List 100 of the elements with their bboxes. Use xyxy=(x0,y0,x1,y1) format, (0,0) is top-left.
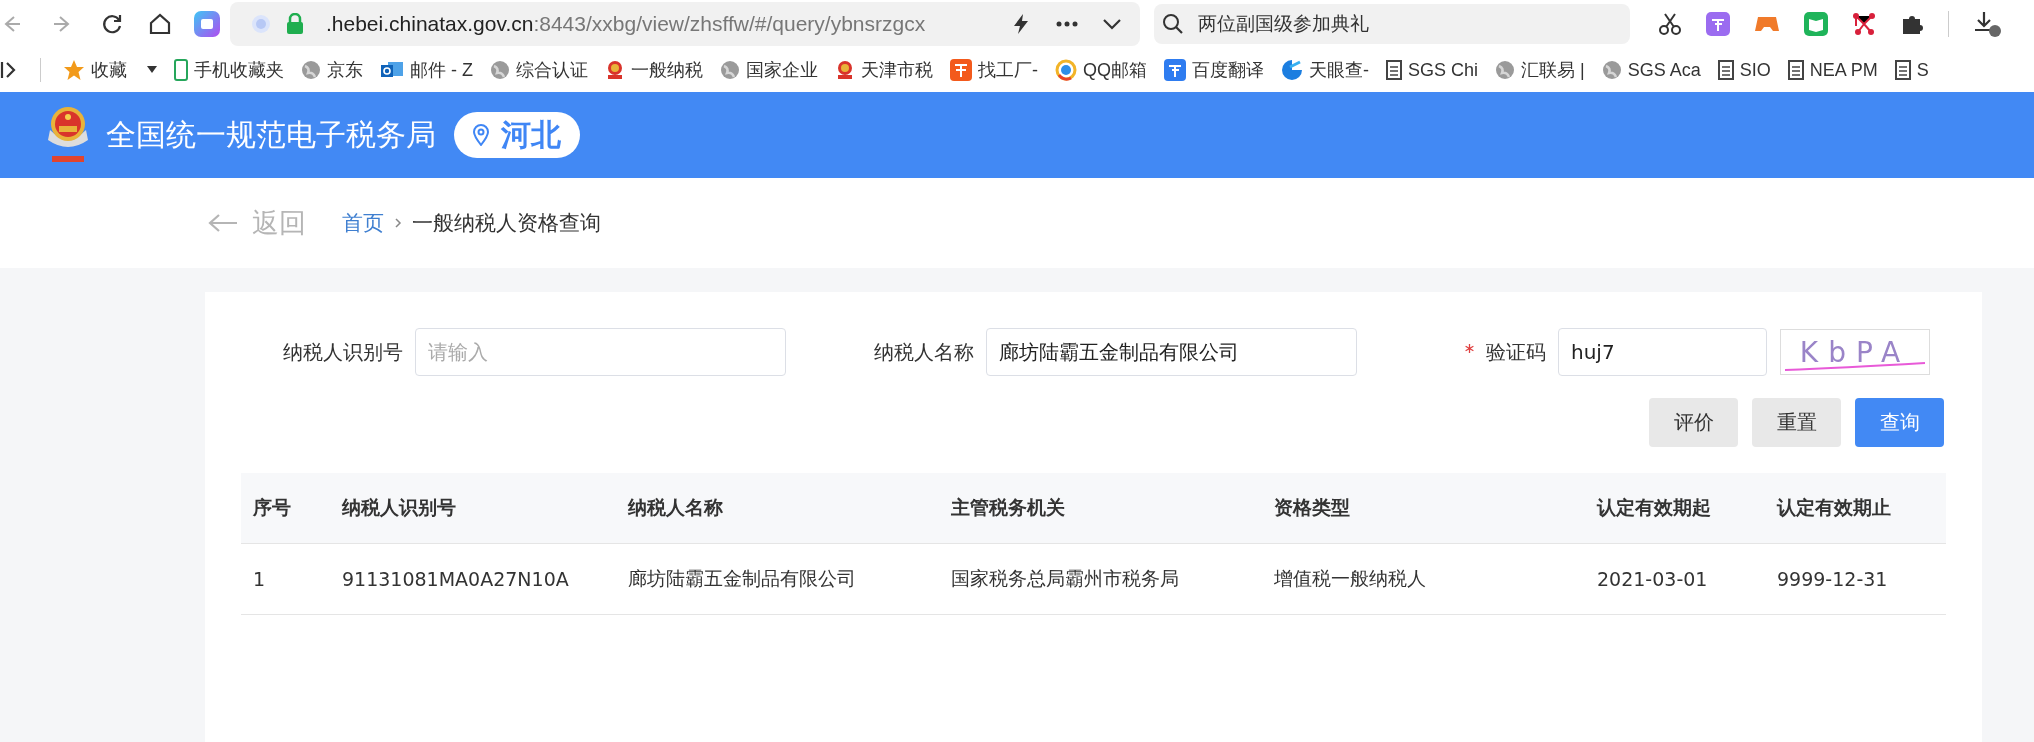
reload-icon[interactable] xyxy=(100,12,124,36)
table-cell-text: 9999-12-31 xyxy=(1776,568,1889,590)
globe-icon xyxy=(1601,60,1622,80)
globe-icon xyxy=(1495,60,1516,80)
column-header: 纳税人识别号 xyxy=(341,495,457,520)
bookmark-item[interactable]: 手机收藏夹 xyxy=(174,58,284,82)
bookmark-item[interactable]: 汇联易 | xyxy=(1495,58,1585,82)
bookmark-label: 一般纳税 xyxy=(631,59,703,82)
bookmark-label: SIO xyxy=(1739,59,1771,81)
bookmark-item[interactable]: 收藏 xyxy=(63,58,157,82)
bookmark-item[interactable]: 综合认证 xyxy=(490,58,588,82)
bookmark-item[interactable]: SGS Aca xyxy=(1601,59,1701,81)
site-title: 全国统一规范电子税务局 xyxy=(106,115,436,154)
bookmark-item[interactable]: 邮件 - Z xyxy=(380,58,473,82)
input-field[interactable]: 廊坊陆霸五金制品有限公司 xyxy=(986,328,1357,376)
bookmark-label: 收藏 xyxy=(91,59,127,82)
sidebar-toggle-icon[interactable] xyxy=(0,60,16,80)
bookmark-label: 综合认证 xyxy=(516,59,588,82)
bookmark-label: 京东 xyxy=(327,59,363,82)
action-button[interactable]: 评价 xyxy=(1649,398,1738,447)
column-header: 主管税务机关 xyxy=(950,495,1066,520)
bookmark-label: 邮件 - Z xyxy=(410,59,473,82)
book-icon[interactable] xyxy=(1804,12,1828,36)
bookmark-item[interactable]: QQ邮箱 xyxy=(1055,58,1147,82)
column-header: 认定有效期起 xyxy=(1595,495,1712,520)
action-button[interactable]: 重置 xyxy=(1752,398,1841,447)
bookmark-label: 汇联易 | xyxy=(1521,59,1585,82)
table-cell-text: 国家税务总局霸州市税务局 xyxy=(950,566,1180,591)
field-label: 验证码 xyxy=(1486,338,1546,366)
search-field[interactable]: 两位副国级参加典礼 xyxy=(1154,4,1630,44)
bookmark-label: 天津市税 xyxy=(861,59,933,82)
scissors-icon[interactable] xyxy=(1658,12,1682,36)
bookmark-item[interactable]: 找工厂- xyxy=(950,58,1038,82)
bookmark-label: 天眼查- xyxy=(1309,59,1369,82)
field-label: 纳税人识别号 xyxy=(283,338,403,366)
table-cell-text: 1 xyxy=(252,568,267,590)
bookmark-label: S xyxy=(1916,59,1929,81)
star-icon xyxy=(63,59,85,81)
field-label: 纳税人名称 xyxy=(874,338,974,366)
globe-icon xyxy=(490,60,510,80)
address-bar[interactable]: .hebei.chinatax.gov.cn:8443/xxbg/view/zhsffw/#/query/ybnsrzgcx xyxy=(230,2,1140,46)
document-icon xyxy=(1386,60,1402,80)
table-cell-text: 2021-03-01 xyxy=(1596,568,1709,590)
table-cell-text: 增值税一般纳税人 xyxy=(1273,566,1427,591)
input-field[interactable]: 请输入 xyxy=(415,328,786,376)
phone-icon xyxy=(174,59,188,81)
bookmark-item[interactable]: NEA PM xyxy=(1787,59,1878,81)
bookmark-label: QQ邮箱 xyxy=(1083,59,1147,82)
ai-icon[interactable] xyxy=(194,11,220,37)
chevron-right-icon xyxy=(394,217,402,229)
bookmark-label: SGS Chi xyxy=(1408,59,1479,81)
bookmark-label: 百度翻译 xyxy=(1192,59,1264,82)
url-text: .hebei.chinatax.gov.cn:8443/xxbg/view/zhsffw/#/query/ybnsrzgcx xyxy=(326,12,926,36)
shop-icon xyxy=(950,59,972,81)
lightning-icon[interactable] xyxy=(1012,13,1030,35)
breadcrumb-home[interactable]: 首页 xyxy=(342,209,384,237)
emblem-icon xyxy=(835,59,855,81)
table-cell-text: 廊坊陆霸五金制品有限公司 xyxy=(627,566,857,591)
emblem-icon xyxy=(605,59,625,81)
bookmark-label: NEA PM xyxy=(1809,59,1878,81)
more-icon[interactable] xyxy=(1056,21,1078,27)
lock-icon xyxy=(286,13,304,35)
chevron-down-icon[interactable] xyxy=(1102,18,1122,30)
bookmark-item[interactable]: 天津市税 xyxy=(835,58,933,82)
table-cell-text: 91131081MA0A27N10A xyxy=(341,568,570,590)
bookmark-label: SGS Aca xyxy=(1627,59,1701,81)
download-icon[interactable] xyxy=(1973,10,2003,38)
bookmark-item[interactable]: SGS Chi xyxy=(1386,59,1479,81)
bookmark-item[interactable]: 京东 xyxy=(301,58,363,82)
site-icon xyxy=(250,13,272,35)
bookmark-item[interactable]: 天眼查- xyxy=(1281,58,1369,82)
document-icon xyxy=(1894,60,1911,80)
left-arrow-icon xyxy=(208,213,238,233)
bookmark-label: 找工厂- xyxy=(978,59,1038,82)
region-selector[interactable]: 河北 xyxy=(454,112,580,158)
globe-icon xyxy=(720,60,740,80)
search-icon xyxy=(1162,13,1184,35)
column-header: 资格类型 xyxy=(1273,495,1351,520)
location-pin-icon xyxy=(473,124,489,146)
network-icon[interactable] xyxy=(1852,12,1876,36)
translate-icon[interactable] xyxy=(1706,12,1730,36)
bookmark-item[interactable]: 国家企业 xyxy=(720,58,818,82)
bookmark-label: 手机收藏夹 xyxy=(194,59,284,82)
bookmark-item[interactable]: SIO xyxy=(1717,59,1771,81)
ring-icon xyxy=(1055,59,1077,81)
column-header: 序号 xyxy=(252,495,292,520)
column-header: 认定有效期止 xyxy=(1775,495,1892,520)
input-field[interactable]: huj7 xyxy=(1558,328,1767,376)
bookmark-item[interactable]: 一般纳税 xyxy=(605,58,703,82)
translate-icon xyxy=(1164,59,1186,81)
document-icon xyxy=(1787,60,1804,80)
bookmark-item[interactable]: S xyxy=(1894,59,1929,81)
document-icon xyxy=(1717,60,1734,80)
home-icon[interactable] xyxy=(148,12,172,36)
bookmark-item[interactable]: 百度翻译 xyxy=(1164,58,1264,82)
breadcrumb-current: 一般纳税人资格查询 xyxy=(412,210,601,237)
globe-icon xyxy=(301,60,321,80)
bookmark-label: 国家企业 xyxy=(746,59,818,82)
caret-icon[interactable] xyxy=(147,66,157,74)
mail-icon xyxy=(380,60,404,80)
